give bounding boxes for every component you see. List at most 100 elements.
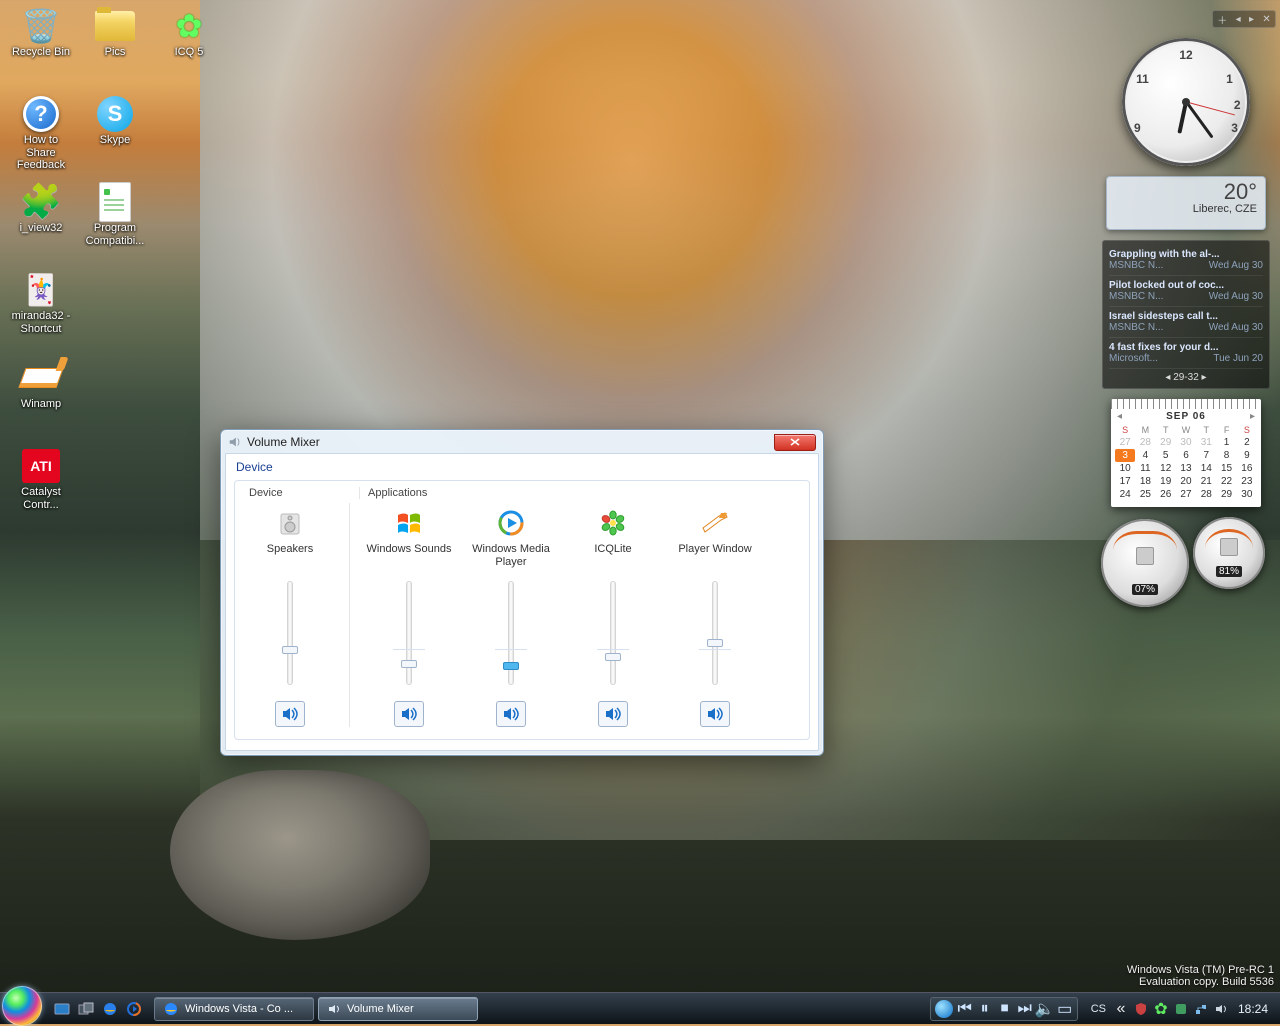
volume-slider[interactable]	[597, 577, 629, 689]
calendar-day[interactable]: 20	[1176, 475, 1196, 488]
calendar-day[interactable]: 21	[1196, 475, 1216, 488]
tray-volume-icon[interactable]	[1213, 1001, 1229, 1017]
volume-slider[interactable]	[495, 577, 527, 689]
calendar-gadget[interactable]: ◂ SEP 06 ▸ SMTWTFS2728293031123456789101…	[1111, 399, 1261, 507]
clock-gadget[interactable]: 12 1 2 3 11 9	[1122, 38, 1250, 166]
language-indicator[interactable]: CS	[1087, 1003, 1110, 1015]
desktop-icon-program-compat[interactable]: Program Compatibi...	[80, 182, 150, 260]
calendar-day[interactable]: 24	[1115, 488, 1135, 501]
taskbar-button[interactable]: Windows Vista - Co ...	[154, 997, 314, 1021]
calendar-day[interactable]: 6	[1176, 449, 1196, 462]
desktop-icon-catalyst[interactable]: ATI Catalyst Contr...	[6, 446, 76, 524]
weather-gadget[interactable]: 20° Liberec, CZE	[1106, 176, 1266, 230]
tray-expand-button[interactable]: «	[1113, 1001, 1129, 1017]
calendar-day[interactable]: 1	[1216, 436, 1236, 449]
calendar-day[interactable]: 8	[1216, 449, 1236, 462]
feed-item[interactable]: Pilot locked out of coc...MSNBC N...Wed …	[1109, 276, 1263, 307]
desktop-icon-skype[interactable]: S Skype	[80, 94, 150, 172]
player-stop-button[interactable]: ⏹	[997, 1001, 1013, 1017]
calendar-day[interactable]: 18	[1135, 475, 1155, 488]
calendar-day[interactable]: 16	[1237, 462, 1257, 475]
taskbar-button[interactable]: Volume Mixer	[318, 997, 478, 1021]
mute-button[interactable]	[275, 701, 305, 727]
window-titlebar[interactable]: Volume Mixer	[222, 431, 822, 453]
calendar-day[interactable]: 7	[1196, 449, 1216, 462]
calendar-day[interactable]: 3	[1115, 449, 1135, 462]
player-pause-button[interactable]: ⏸	[977, 1001, 993, 1017]
app-icon[interactable]	[274, 507, 306, 539]
volume-slider[interactable]	[274, 577, 306, 689]
calendar-day[interactable]: 27	[1176, 488, 1196, 501]
tray-clock[interactable]: 18:24	[1232, 1002, 1274, 1016]
tray-security-icon[interactable]	[1133, 1001, 1149, 1017]
calendar-day[interactable]: 2	[1237, 436, 1257, 449]
tray-app-icon[interactable]	[1173, 1001, 1189, 1017]
feed-item[interactable]: Grappling with the al-...MSNBC N...Wed A…	[1109, 245, 1263, 276]
slider-thumb[interactable]	[605, 653, 621, 661]
volume-slider[interactable]	[393, 577, 425, 689]
close-button[interactable]	[774, 434, 816, 451]
calendar-day[interactable]: 14	[1196, 462, 1216, 475]
volume-slider[interactable]	[699, 577, 731, 689]
wmp-quicklaunch[interactable]	[124, 999, 144, 1019]
calendar-day[interactable]: 11	[1135, 462, 1155, 475]
tray-network-icon[interactable]	[1193, 1001, 1209, 1017]
desktop-icon-iview32[interactable]: 🧩 i_view32	[6, 182, 76, 260]
player-restore-button[interactable]: ▭	[1057, 1001, 1073, 1017]
mute-button[interactable]	[394, 701, 424, 727]
sidebar-controls[interactable]: ＋ ◂ ▸ ✕	[1212, 10, 1276, 28]
calendar-day[interactable]: 5	[1156, 449, 1176, 462]
calendar-day[interactable]: 9	[1237, 449, 1257, 462]
calendar-day[interactable]: 15	[1216, 462, 1236, 475]
cal-prev[interactable]: ◂	[1117, 411, 1122, 422]
performance-gadget[interactable]: 81% 07%	[1101, 517, 1271, 607]
slider-thumb[interactable]	[707, 639, 723, 647]
calendar-day[interactable]: 28	[1196, 488, 1216, 501]
close-sidebar-icon[interactable]: ✕	[1262, 14, 1270, 25]
calendar-day[interactable]: 4	[1135, 449, 1155, 462]
app-icon[interactable]	[699, 507, 731, 539]
show-desktop-button[interactable]	[52, 999, 72, 1019]
feed-pager[interactable]: ◂ 29-32 ▸	[1109, 369, 1263, 386]
app-icon[interactable]	[597, 507, 629, 539]
calendar-day[interactable]: 29	[1216, 488, 1236, 501]
slider-thumb[interactable]	[282, 646, 298, 654]
player-mute-button[interactable]: 🔈	[1037, 1001, 1053, 1017]
player-next-button[interactable]: ⏭	[1017, 1001, 1033, 1017]
calendar-day[interactable]: 12	[1156, 462, 1176, 475]
desktop-icon-pics[interactable]: Pics	[80, 6, 150, 84]
calendar-day[interactable]: 19	[1156, 475, 1176, 488]
slider-thumb[interactable]	[401, 660, 417, 668]
calendar-day[interactable]: 30	[1237, 488, 1257, 501]
desktop-icon-winamp[interactable]: Winamp	[6, 358, 76, 436]
calendar-day[interactable]: 17	[1115, 475, 1135, 488]
desktop-icon-icq5[interactable]: ✿ ICQ 5	[154, 6, 224, 84]
mute-button[interactable]	[496, 701, 526, 727]
calendar-day[interactable]: 23	[1237, 475, 1257, 488]
calendar-day[interactable]: 10	[1115, 462, 1135, 475]
feed-item[interactable]: Israel sidesteps call t...MSNBC N...Wed …	[1109, 307, 1263, 338]
prev-icon[interactable]: ◂	[1236, 14, 1241, 25]
next-icon[interactable]: ▸	[1249, 14, 1254, 25]
desktop-icon-recycle-bin[interactable]: 🗑️ Recycle Bin	[6, 6, 76, 84]
app-icon[interactable]	[495, 507, 527, 539]
desktop-icon-feedback[interactable]: ? How to Share Feedback	[6, 94, 76, 172]
calendar-day[interactable]: 22	[1216, 475, 1236, 488]
slider-thumb[interactable]	[503, 662, 519, 670]
desktop-icon-miranda[interactable]: 🃏 miranda32 - Shortcut	[6, 270, 76, 348]
mute-button[interactable]	[700, 701, 730, 727]
start-button[interactable]	[2, 986, 42, 1026]
add-gadget-icon[interactable]: ＋	[1217, 12, 1227, 27]
calendar-day[interactable]: 26	[1156, 488, 1176, 501]
tray-icq-icon[interactable]: ✿	[1153, 1001, 1169, 1017]
calendar-day[interactable]: 25	[1135, 488, 1155, 501]
mute-button[interactable]	[598, 701, 628, 727]
player-prev-button[interactable]: ⏮	[957, 1001, 973, 1017]
switch-windows-button[interactable]	[76, 999, 96, 1019]
calendar-day[interactable]: 13	[1176, 462, 1196, 475]
feed-item[interactable]: 4 fast fixes for your d...Microsoft...Tu…	[1109, 338, 1263, 369]
wmp-orb-icon[interactable]	[935, 1000, 953, 1018]
cal-next[interactable]: ▸	[1250, 411, 1255, 422]
ie-quicklaunch[interactable]	[100, 999, 120, 1019]
app-icon[interactable]	[393, 507, 425, 539]
